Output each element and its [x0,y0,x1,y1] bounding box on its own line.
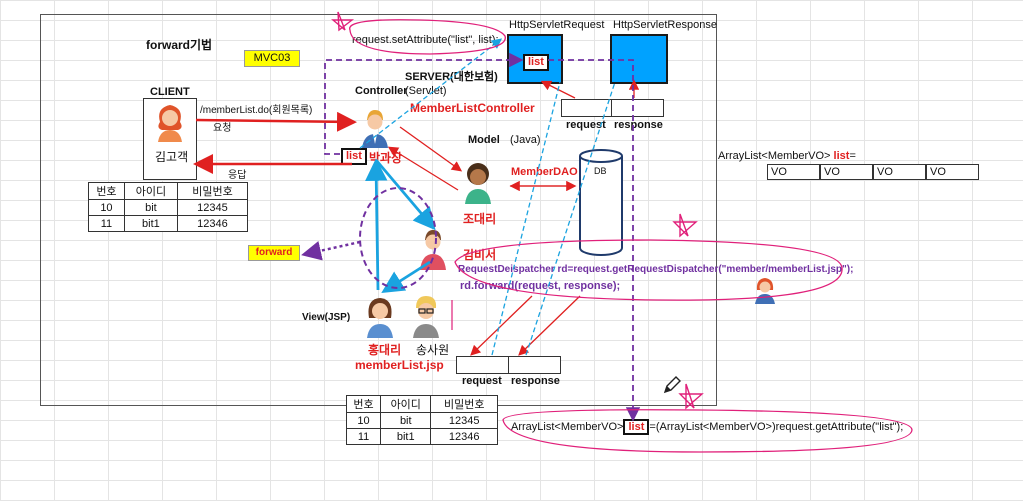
request-arrow [195,111,357,132]
arrows-overlay [193,11,913,453]
